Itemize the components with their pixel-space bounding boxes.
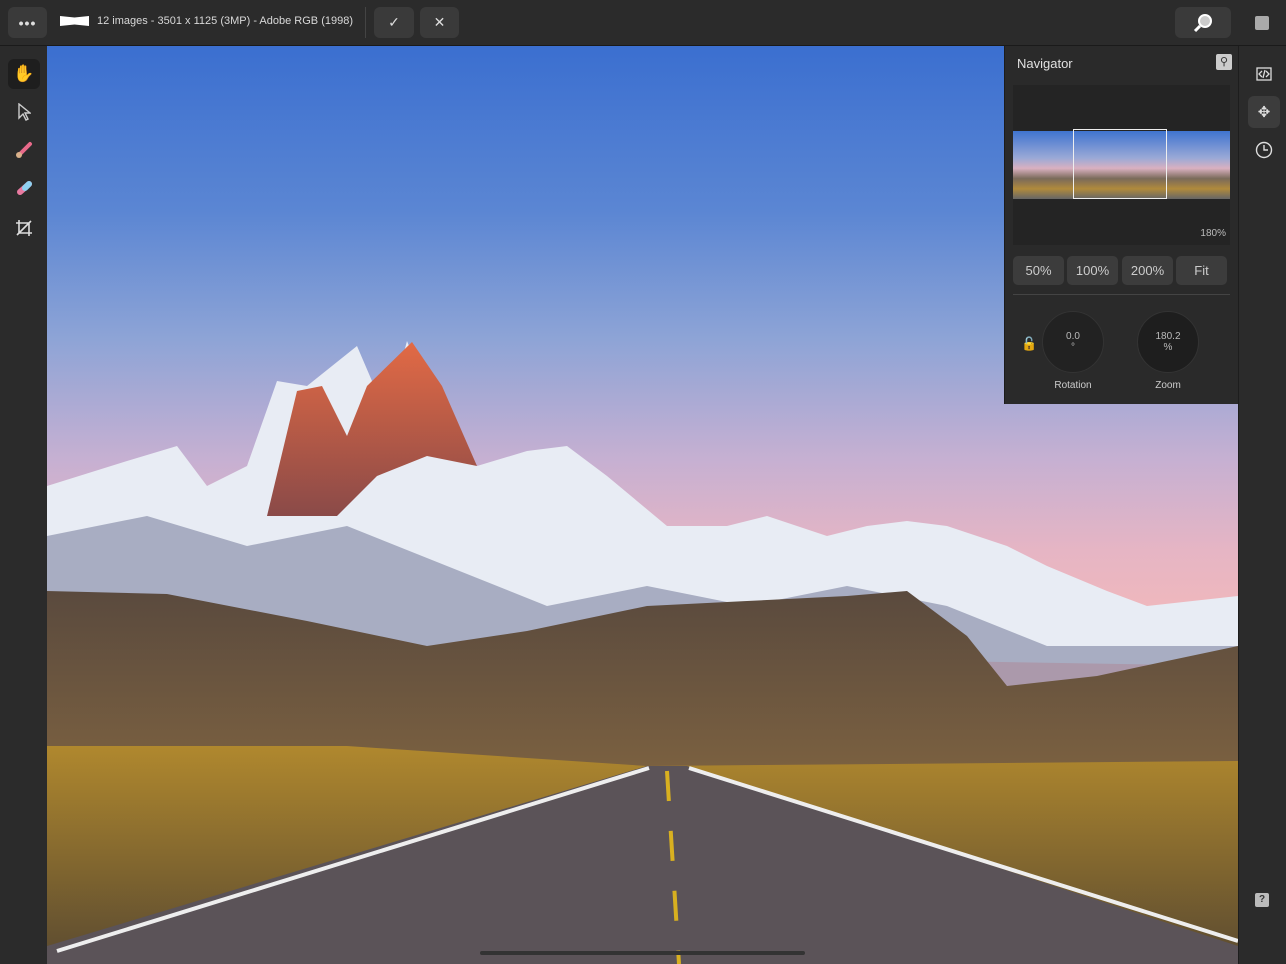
rotation-value: 0.0 [1066, 331, 1080, 342]
help-button[interactable]: ? [1255, 893, 1269, 907]
divider [1013, 294, 1230, 295]
history-clock-icon[interactable] [1248, 134, 1280, 166]
left-toolbar: ✋ [0, 46, 47, 964]
panorama-icon [60, 16, 89, 26]
zoom-fit-button[interactable]: Fit [1176, 256, 1227, 285]
zoom-100-button[interactable]: 100% [1067, 256, 1118, 285]
navigator-zoom-readout: 180% [1200, 228, 1226, 239]
navigator-preview[interactable]: 180% [1013, 85, 1230, 245]
lock-icon[interactable]: 🔓 [1021, 336, 1037, 352]
zoom-200-button[interactable]: 200% [1122, 256, 1173, 285]
magnifier-icon [1193, 13, 1212, 32]
rotation-dial[interactable]: 0.0 ° [1042, 311, 1104, 373]
fullscreen-icon[interactable] [1255, 16, 1269, 30]
divider [365, 7, 366, 38]
more-menu-button[interactable]: ••• [8, 7, 47, 38]
crop-icon[interactable] [8, 213, 40, 243]
brush-icon[interactable] [8, 135, 40, 165]
pin-icon[interactable]: ⚲ [1216, 54, 1232, 70]
zoom-50-button[interactable]: 50% [1013, 256, 1064, 285]
document-info-text: 12 images - 3501 x 1125 (3MP) - Adobe RG… [97, 15, 353, 27]
zoom-value: 180.2 [1155, 331, 1181, 342]
home-indicator [480, 951, 805, 955]
document-info: 12 images - 3501 x 1125 (3MP) - Adobe RG… [60, 15, 353, 27]
navigator-panel: Navigator ⚲ 180% 50% 100% 200% Fit 🔓 0.0… [1004, 46, 1238, 404]
eraser-icon[interactable] [8, 174, 40, 204]
zoom-tool-button[interactable] [1175, 7, 1231, 38]
cancel-button[interactable]: ✕ [420, 7, 459, 38]
rotation-unit: ° [1071, 342, 1075, 353]
hand-tool-icon[interactable]: ✋ [8, 59, 40, 89]
navigator-move-icon[interactable]: ✥ [1248, 96, 1280, 128]
top-bar: ••• 12 images - 3501 x 1125 (3MP) - Adob… [0, 0, 1286, 46]
view-rectangle[interactable] [1073, 129, 1167, 199]
zoom-label: Zoom [1155, 380, 1181, 391]
zoom-unit: % [1163, 342, 1173, 353]
navigator-title: Navigator [1017, 56, 1073, 71]
apply-button[interactable]: ✓ [374, 7, 414, 38]
select-pointer-icon[interactable] [8, 97, 40, 127]
zoom-dial[interactable]: 180.2 % [1137, 311, 1199, 373]
right-toolbar: ✥ [1238, 46, 1286, 964]
rotation-label: Rotation [1054, 380, 1092, 391]
transform-studio-icon[interactable] [1248, 58, 1280, 90]
